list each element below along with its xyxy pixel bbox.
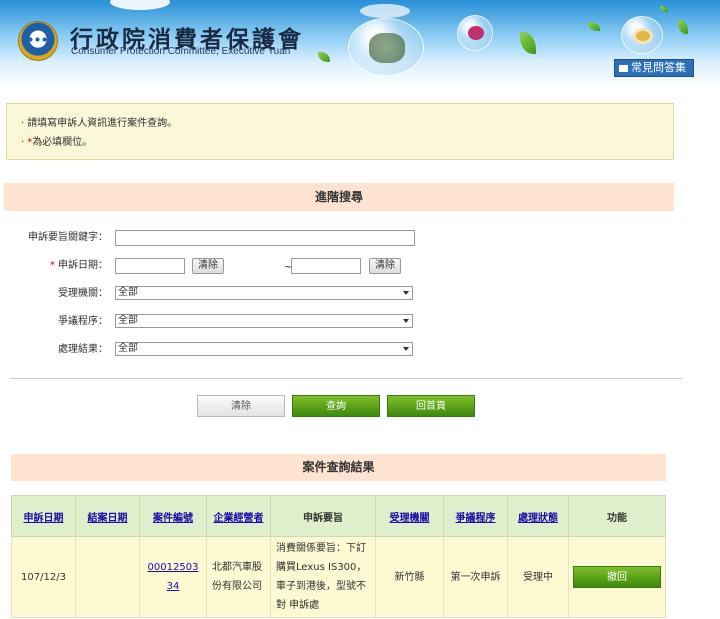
agency-select[interactable]: 全部: [115, 286, 413, 300]
cell-procedure: 第一次申訴: [443, 536, 508, 618]
date-from-input[interactable]: [115, 258, 185, 274]
cell-closed-date: [75, 536, 140, 618]
query-button[interactable]: 查詢: [292, 395, 380, 417]
results-table: 申訴日期 結案日期 案件編號 企業經營者 申訴要旨 受理機關 爭議程序 處理狀態…: [11, 495, 666, 618]
result-label: 處理結果：: [58, 344, 108, 355]
chat-icon: [619, 65, 628, 72]
leaf-decoration: [678, 20, 688, 34]
instruction-notice: · 請填寫申訴人資訊進行案件查詢。 · *為必填欄位。: [6, 103, 674, 160]
cell-summary: 消費關係要旨：下訂購買Lexus IS300，車子到港後，型號不對 申訴處: [270, 536, 376, 618]
date-to-input[interactable]: [291, 258, 361, 274]
cell-filed-date: 107/12/3: [11, 536, 76, 618]
withdraw-button[interactable]: 撤回: [573, 566, 661, 588]
result-select[interactable]: 全部: [115, 342, 413, 356]
site-subtitle: Consumer Protection Committee, Executive…: [71, 46, 291, 57]
leaf-decoration: [588, 22, 600, 31]
home-button[interactable]: 回首頁: [387, 395, 475, 417]
col-procedure[interactable]: 爭議程序: [443, 495, 508, 537]
globe-bubble-image: [348, 18, 424, 76]
cell-action: 撤回: [568, 536, 666, 618]
food-bubble-image: [621, 16, 663, 54]
col-agency[interactable]: 受理機關: [375, 495, 444, 537]
leaf-decoration: [660, 6, 668, 12]
clear-date-to-button[interactable]: 清除: [369, 258, 401, 274]
cell-case-no[interactable]: 00012503 34: [139, 536, 207, 618]
cell-status: 受理中: [507, 536, 569, 618]
keyword-input[interactable]: [115, 230, 415, 246]
table-row: 107/12/3 00012503 34 北都汽車股份有限公司 消費關係要旨：下訂…: [11, 536, 666, 618]
col-status[interactable]: 處理狀態: [507, 495, 569, 537]
leaf-decoration: [520, 32, 536, 54]
cell-business: 北都汽車股份有限公司: [206, 536, 271, 618]
bird-bubble-image: [457, 15, 493, 51]
col-business[interactable]: 企業經營者: [206, 495, 271, 537]
faq-button[interactable]: 常見問答集: [614, 59, 694, 77]
complaint-date-label: * 申訴日期：: [49, 260, 108, 271]
col-action: 功能: [568, 495, 666, 537]
notice-line-2: · *為必填欄位。: [21, 137, 93, 148]
chevron-down-icon: [403, 319, 409, 323]
col-closed-date[interactable]: 結案日期: [75, 495, 140, 537]
col-case-no[interactable]: 案件編號: [139, 495, 207, 537]
cloud-decoration: [360, 4, 410, 18]
case-no-link[interactable]: 00012503 34: [148, 562, 199, 592]
results-title: 案件查詢結果: [11, 454, 666, 481]
keyword-label: 申訴要旨關鍵字：: [28, 232, 108, 243]
clear-date-from-button[interactable]: 清除: [192, 258, 224, 274]
agency-label: 受理機關：: [58, 288, 108, 299]
faq-button-label: 常見問答集: [631, 61, 686, 74]
col-summary: 申訴要旨: [270, 495, 376, 537]
cloud-decoration: [110, 0, 170, 10]
section-divider: [10, 378, 682, 379]
site-header: 行政院消費者保護會 Consumer Protection Committee,…: [0, 0, 720, 88]
procedure-label: 爭議程序：: [58, 316, 108, 327]
col-filed-date[interactable]: 申訴日期: [11, 495, 76, 537]
chevron-down-icon: [403, 291, 409, 295]
procedure-select[interactable]: 全部: [115, 314, 413, 328]
advanced-search-title: 進階搜尋: [4, 183, 674, 211]
clear-form-button[interactable]: 清除: [197, 395, 285, 417]
chevron-down-icon: [403, 347, 409, 351]
leaf-decoration: [318, 52, 330, 62]
table-header-row: 申訴日期 結案日期 案件編號 企業經營者 申訴要旨 受理機關 爭議程序 處理狀態…: [11, 495, 666, 537]
government-seal-logo: [18, 21, 58, 61]
notice-line-1: · 請填寫申訴人資訊進行案件查詢。: [21, 118, 178, 129]
cell-agency: 新竹縣: [375, 536, 444, 618]
